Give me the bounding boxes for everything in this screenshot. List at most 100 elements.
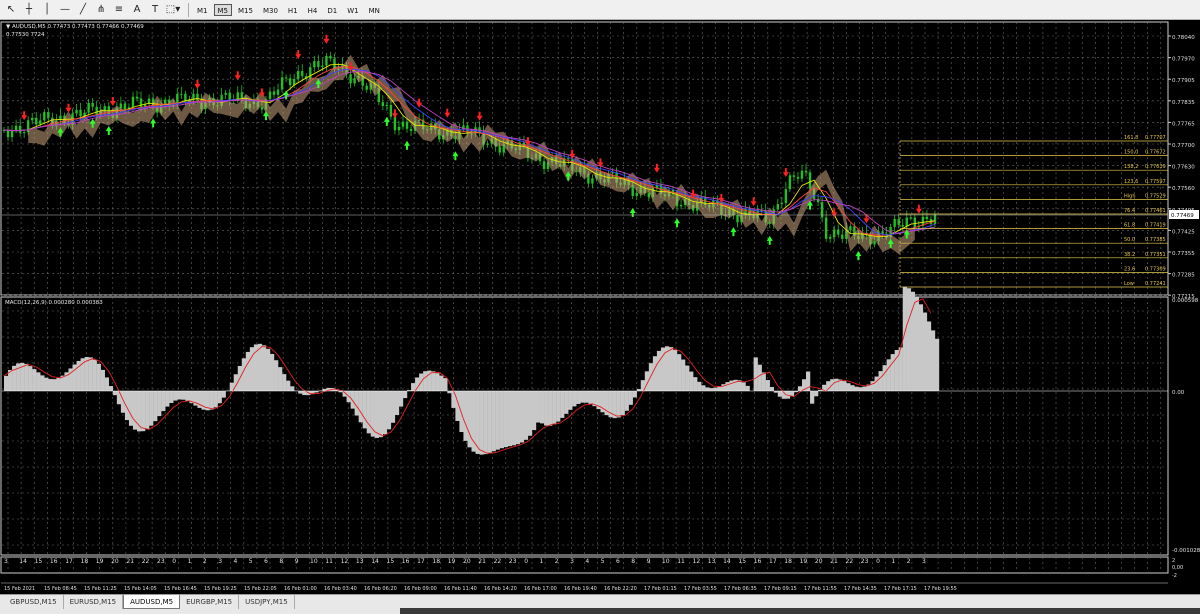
macd-histogram-bar <box>834 378 839 391</box>
macd-histogram-bar <box>507 391 513 447</box>
tab-audusd-m5[interactable]: AUDUSD,M5 <box>123 595 181 609</box>
timeframe-h4-button[interactable]: H4 <box>304 4 322 16</box>
price-axis-label: 0.77285 <box>1172 273 1195 279</box>
chart-canvas[interactable]: 0.78040 0.77970 0.77905 0.77835 0.77765 0.777… <box>0 20 1200 594</box>
up-arrow-icon <box>855 251 862 261</box>
candle-body <box>123 103 127 110</box>
macd-histogram-bar <box>157 391 162 417</box>
price-axis-label: 0.77905 <box>1172 78 1195 84</box>
pitchfork-icon[interactable]: ⋔ <box>94 3 108 17</box>
shapes-icon[interactable]: ⬚▾ <box>166 3 180 17</box>
candle-body <box>808 172 812 189</box>
hour-label: 4 <box>234 558 238 565</box>
candle-body <box>591 178 594 184</box>
macd-histogram-bar <box>628 391 633 405</box>
candle-body <box>31 117 34 121</box>
hour-label: 19 <box>800 558 808 565</box>
macd-histogram-bar <box>269 353 275 391</box>
hour-label: 5 <box>601 558 605 565</box>
hour-label: 16 <box>50 558 58 565</box>
hour-label: 2 <box>555 558 559 565</box>
hour-label: 0 <box>876 558 880 565</box>
macd-histogram-bar <box>213 391 218 408</box>
macd-histogram-bar <box>576 391 581 404</box>
macd-histogram-bar <box>930 330 936 391</box>
text-icon[interactable]: A <box>130 3 144 17</box>
timeframe-m15-button[interactable]: M15 <box>234 4 257 16</box>
timeframe-mn-button[interactable]: MN <box>365 4 384 16</box>
candle-body <box>325 55 328 66</box>
timeframe-d1-button[interactable]: D1 <box>323 4 341 16</box>
date-axis-label: 17 Feb 01:15 <box>644 586 677 592</box>
macd-histogram-bar <box>572 391 577 407</box>
label-icon[interactable]: T <box>148 3 162 17</box>
macd-histogram-bar <box>511 391 517 446</box>
candle-body <box>804 170 808 173</box>
tab-eurusd-m15[interactable]: EURUSD,M15 <box>64 595 124 609</box>
fibo-price-label: 0.77639 <box>1145 164 1166 170</box>
macd-histogram-bar <box>689 371 694 391</box>
date-axis-label: 16 Feb 06:20 <box>364 586 397 592</box>
chart-window[interactable]: 0.78040 0.77970 0.77905 0.77835 0.77765 0.777… <box>0 20 1200 594</box>
hour-label: 12 <box>341 558 349 565</box>
macd-histogram-bar <box>499 391 504 449</box>
timeframe-m5-button[interactable]: M5 <box>213 3 232 16</box>
hour-label: 10 <box>662 558 670 565</box>
timeframe-h1-button[interactable]: H1 <box>284 4 302 16</box>
candle-body <box>309 67 312 79</box>
price-axis-label: 0.77970 <box>1172 57 1195 63</box>
macd-histogram-bar <box>797 386 803 391</box>
fibo-icon[interactable]: ≡ <box>112 3 126 17</box>
crosshair-icon[interactable]: ┼ <box>22 3 36 17</box>
candle-body <box>833 229 836 237</box>
macd-histogram-bar <box>757 364 762 391</box>
timeframe-m1-button[interactable]: M1 <box>193 4 212 16</box>
current-price-label: 0.77469 <box>1171 213 1194 219</box>
horizontal-line-icon[interactable]: — <box>58 3 72 17</box>
vertical-line-icon[interactable]: │ <box>40 3 54 17</box>
cursor-icon[interactable]: ↖ <box>4 3 18 17</box>
price-axis-label: 0.77835 <box>1172 100 1195 106</box>
down-arrow-icon <box>597 158 604 168</box>
candle-body <box>796 176 800 179</box>
candle-body <box>260 106 264 110</box>
macd-histogram-bar <box>515 391 521 445</box>
date-axis-label: 15 Feb 11:25 <box>84 586 117 592</box>
candle-body <box>87 103 90 113</box>
hour-label: 3 <box>922 558 926 565</box>
macd-histogram-bar <box>366 391 371 434</box>
hour-label: 9 <box>647 558 651 565</box>
fibo-price-label: 0.77529 <box>1145 193 1166 199</box>
macd-histogram-bar <box>290 386 295 391</box>
macd-histogram-bar <box>564 391 569 414</box>
macd-histogram-bar <box>584 391 589 403</box>
macd-histogram-bar <box>713 387 718 391</box>
tab-gbpusd-m15[interactable]: GBPUSD,M15 <box>4 595 64 609</box>
macd-histogram-bar <box>435 373 440 391</box>
tab-eurgbp-m15[interactable]: EURGBP,M15 <box>180 595 240 609</box>
timeframe-m30-button[interactable]: M30 <box>259 4 282 16</box>
macd-histogram-bar <box>96 363 101 391</box>
macd-axis-min: -0.001028 <box>1172 548 1200 554</box>
macd-histogram-bar <box>681 359 686 391</box>
macd-histogram-bar <box>374 391 380 438</box>
candle-body <box>196 93 199 102</box>
down-arrow-icon <box>109 96 116 106</box>
timeframe-w1-button[interactable]: W1 <box>343 4 362 16</box>
candle-body <box>393 116 397 131</box>
hour-label: 15 <box>738 558 746 565</box>
macd-histogram-bar <box>161 391 166 412</box>
candle-body <box>381 102 385 106</box>
macd-histogram-bar <box>84 356 89 391</box>
trendline-icon[interactable]: ╱ <box>76 3 90 17</box>
macd-histogram-bar <box>358 391 363 423</box>
macd-histogram-bar <box>874 376 879 391</box>
macd-histogram-bar <box>278 367 283 391</box>
tab-usdjpy-m15[interactable]: USDJPY,M15 <box>239 595 295 609</box>
macd-histogram-bar <box>265 348 271 391</box>
macd-histogram-bar <box>390 391 396 423</box>
down-arrow-icon <box>444 108 451 118</box>
hour-label: 12 <box>693 558 701 565</box>
chart-subheader: 0.77530 7724 <box>6 32 45 38</box>
macd-histogram-bar <box>282 374 287 391</box>
